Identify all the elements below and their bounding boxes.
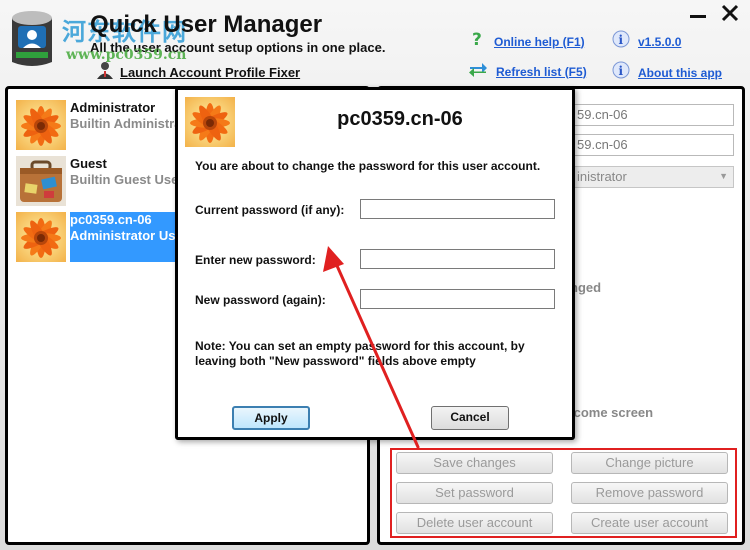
user-name: Guest	[70, 156, 107, 171]
suitcase-avatar-icon	[16, 156, 66, 206]
new-password-label: Enter new password:	[195, 253, 316, 267]
launch-fixer-label: Launch Account Profile Fixer	[120, 65, 301, 80]
info-icon: i	[612, 30, 630, 53]
minimize-button[interactable]	[690, 15, 706, 18]
highlight-box	[390, 448, 737, 538]
account-type-value: inistrator	[577, 169, 627, 184]
user-list-item[interactable]: Administrator Builtin Administra	[16, 100, 181, 150]
online-help-label: Online help (F1)	[494, 34, 585, 49]
dialog-intro-text: You are about to change the password for…	[195, 159, 541, 173]
flower-avatar-icon	[16, 212, 66, 262]
svg-text:i: i	[619, 33, 624, 47]
account-type-select[interactable]: inistrator ▼	[570, 166, 734, 188]
svg-text:i: i	[619, 64, 624, 78]
user-description: Builtin Administra	[70, 116, 182, 131]
user-icon	[96, 61, 114, 84]
current-password-input[interactable]	[360, 199, 555, 219]
close-icon	[721, 4, 739, 22]
new-password-input[interactable]	[360, 249, 555, 269]
user-name: Administrator	[70, 100, 156, 115]
chevron-down-icon: ▼	[719, 171, 728, 181]
about-app-link[interactable]: i About this app	[612, 61, 722, 84]
confirm-password-input[interactable]	[360, 289, 555, 309]
launch-profile-fixer-link[interactable]: Launch Account Profile Fixer	[96, 61, 300, 84]
about-app-label: About this app	[638, 65, 722, 80]
close-button[interactable]	[720, 3, 740, 23]
app-logo-icon	[8, 8, 56, 68]
app-title: Quick User Manager	[90, 11, 323, 38]
user-description: Administrator Use	[70, 228, 183, 243]
apply-button[interactable]: Apply	[232, 406, 310, 430]
user-list-item[interactable]: Guest Builtin Guest Use	[16, 156, 178, 206]
dialog-title: pc0359.cn-06	[337, 108, 463, 130]
full-name-field[interactable]: 59.cn-06	[570, 134, 734, 156]
refresh-list-link[interactable]: Refresh list (F5)	[468, 61, 587, 82]
confirm-password-label: New password (again):	[195, 293, 326, 307]
refresh-icon	[468, 61, 488, 82]
change-password-dialog: pc0359.cn-06 You are about to change the…	[175, 87, 575, 440]
user-list-item-selected[interactable]: pc0359.cn-06 Administrator Use	[16, 212, 183, 262]
refresh-list-label: Refresh list (F5)	[496, 64, 587, 79]
user-description: Builtin Guest Use	[70, 172, 179, 187]
svg-text:?: ?	[472, 30, 482, 48]
cancel-button[interactable]: Cancel	[431, 406, 509, 430]
online-help-link[interactable]: ? Online help (F1)	[470, 30, 585, 53]
info-icon: i	[612, 61, 630, 84]
version-link[interactable]: i v1.5.0.0	[612, 30, 681, 53]
welcome-screen-option[interactable]: lcome screen	[570, 405, 653, 420]
flower-avatar-icon	[16, 100, 66, 150]
dialog-note: Note: You can set an empty password for …	[195, 339, 525, 368]
version-label: v1.5.0.0	[638, 34, 682, 49]
current-password-label: Current password (if any):	[195, 203, 345, 217]
user-name: pc0359.cn-06	[70, 212, 152, 227]
user-name-field[interactable]: 59.cn-06	[570, 104, 734, 126]
help-icon: ?	[470, 30, 486, 53]
